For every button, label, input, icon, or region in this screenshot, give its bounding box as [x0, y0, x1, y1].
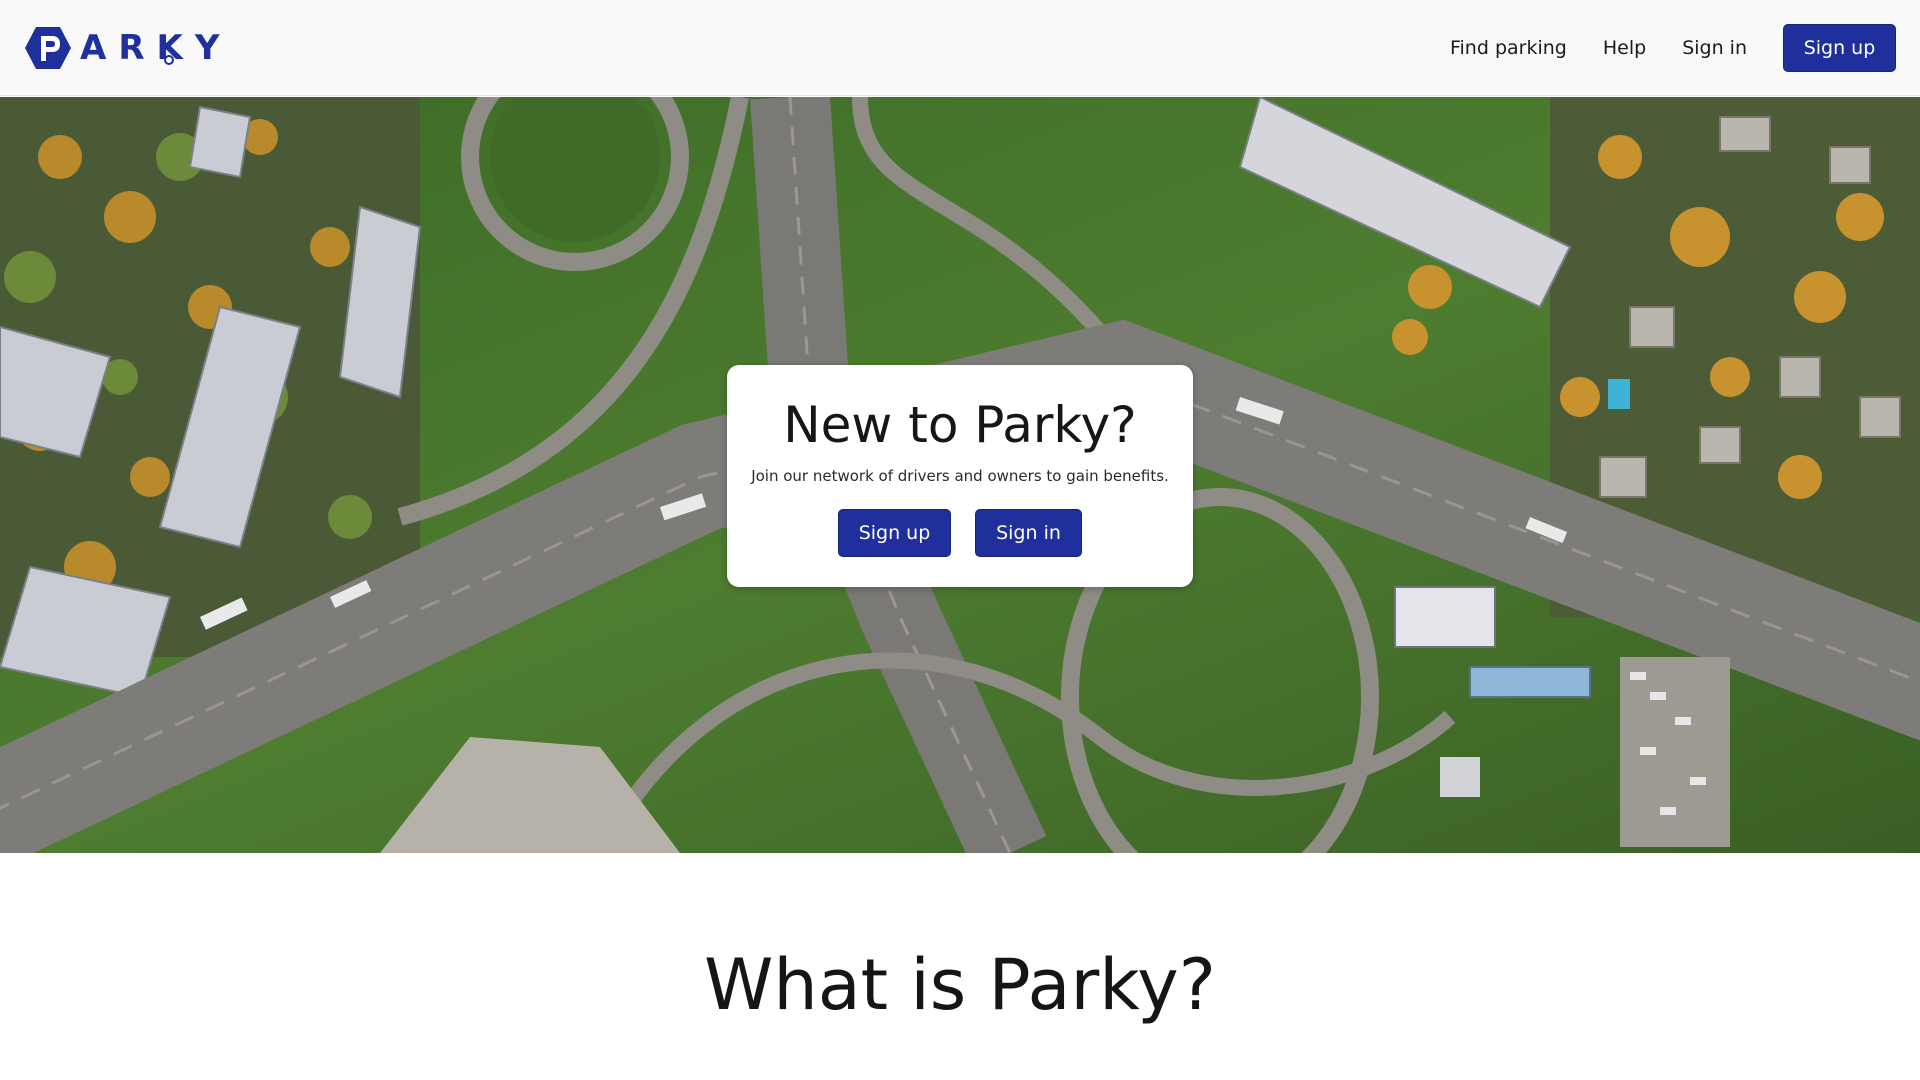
main-nav: Find parking Help Sign in Sign up [1414, 23, 1896, 72]
parky-hexagon-logo-icon [25, 26, 71, 69]
hero-actions: Sign up Sign in [727, 509, 1193, 557]
parky-logo[interactable]: A R K Y [24, 24, 232, 72]
nav-find-parking-link[interactable]: Find parking [1450, 37, 1567, 59]
hero-section: New to Parky? Join our network of driver… [0, 97, 1920, 853]
nav-help-link[interactable]: Help [1603, 37, 1646, 59]
logo-wordmark: A R K Y [80, 27, 232, 68]
nav-sign-up-button[interactable]: Sign up [1783, 23, 1896, 72]
hero-sign-up-button[interactable]: Sign up [838, 509, 951, 557]
what-is-parky-heading: What is Parky? [704, 944, 1216, 1026]
new-to-parky-card: New to Parky? Join our network of driver… [727, 365, 1193, 587]
logo-pin-icon [163, 54, 174, 65]
hero-title: New to Parky? [783, 396, 1137, 454]
hero-sign-in-button[interactable]: Sign in [975, 509, 1082, 557]
site-header: A R K Y Find parking Help Sign in Sign u… [0, 0, 1920, 96]
nav-sign-in-link[interactable]: Sign in [1682, 37, 1747, 59]
hero-subtitle: Join our network of drivers and owners t… [751, 467, 1169, 485]
